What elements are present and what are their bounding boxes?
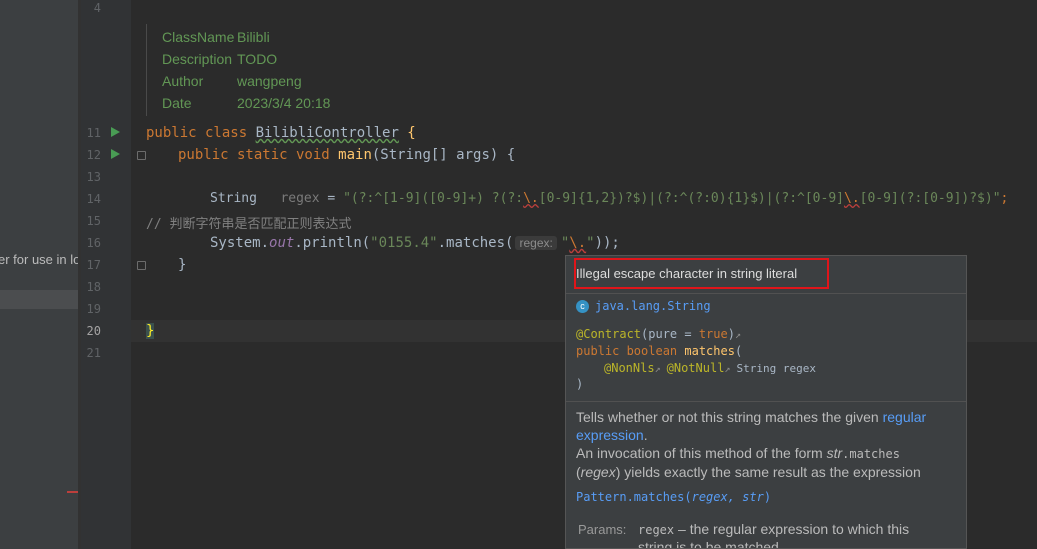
params-label: Params:: [578, 522, 627, 537]
signature-line-1: @Contract(pure = true)↗: [576, 327, 741, 341]
doc-comment-bar: [146, 24, 147, 116]
class-icon: c: [576, 300, 589, 313]
project-panel-selection[interactable]: [0, 290, 78, 309]
fold-icon[interactable]: [137, 261, 146, 270]
quick-doc-popup[interactable]: Illegal escape character in string liter…: [565, 255, 967, 549]
external-link-icon[interactable]: ↗: [724, 364, 736, 375]
external-link-icon[interactable]: ↗: [655, 364, 667, 375]
doc-line-author: Author wangpeng: [162, 73, 302, 89]
line-number: 21: [86, 346, 101, 360]
run-main-icon[interactable]: [111, 149, 120, 159]
code-line-12[interactable]: public static void main(String[] args) {: [178, 147, 515, 163]
popup-separator: [566, 401, 966, 402]
line-number: 15: [86, 214, 101, 228]
signature-line-4: ): [576, 377, 584, 391]
popup-class-link[interactable]: c java.lang.String: [576, 299, 711, 313]
signature-line-3: @NonNls↗ @NotNull↗ String regex: [604, 361, 816, 375]
doc-line-description: Description TODO: [162, 51, 278, 67]
code-line-11[interactable]: public class BilibliController {: [146, 125, 416, 141]
popup-error-section: Illegal escape character in string liter…: [566, 256, 966, 294]
signature-line-2: public boolean matches(: [576, 344, 743, 358]
code-line-20[interactable]: }: [146, 323, 155, 339]
method-description: Tells whether or not this string matches…: [576, 409, 927, 480]
line-number: 16: [86, 236, 101, 250]
error-stripe-mark[interactable]: [67, 491, 78, 493]
line-number: 13: [86, 170, 101, 184]
editor-gutter: 4 11 12 13 14 15 16 17 18 19 20 21: [81, 0, 146, 549]
line-number-current: 20: [86, 324, 101, 338]
code-line-17[interactable]: }: [178, 257, 186, 273]
code-line-16[interactable]: System.out.println("0155.4".matches(rege…: [210, 235, 620, 251]
fold-icon[interactable]: [137, 151, 146, 160]
doc-line-classname: ClassName Bilibli: [162, 29, 270, 45]
line-number: 17: [86, 258, 101, 272]
project-panel-text[interactable]: er for use in lo: [0, 252, 78, 267]
line-number: 4: [93, 1, 101, 15]
doc-line-date: Date 2023/3/4 20:18: [162, 95, 331, 111]
line-number: 11: [86, 126, 101, 140]
pattern-matches-link[interactable]: Pattern.matches(regex, str): [576, 490, 771, 504]
project-panel: er for use in lo: [0, 0, 78, 549]
line-number: 19: [86, 302, 101, 316]
error-highlight-box: [574, 258, 829, 289]
line-number: 14: [86, 192, 101, 206]
param-hint: regex:: [515, 236, 557, 250]
external-link-icon[interactable]: ↗: [735, 330, 741, 341]
line-number: 18: [86, 280, 101, 294]
code-line-14[interactable]: String regex = "(?:^[1-9]([0-9]+) ?(?:\.…: [210, 191, 1008, 206]
code-line-15-comment[interactable]: // 判断字符串是否匹配正则表达式: [146, 213, 351, 232]
line-number: 12: [86, 148, 101, 162]
params-description: regex – the regular expression to which …: [638, 521, 910, 549]
matched-brace: }: [146, 323, 155, 339]
run-class-icon[interactable]: [111, 127, 120, 137]
